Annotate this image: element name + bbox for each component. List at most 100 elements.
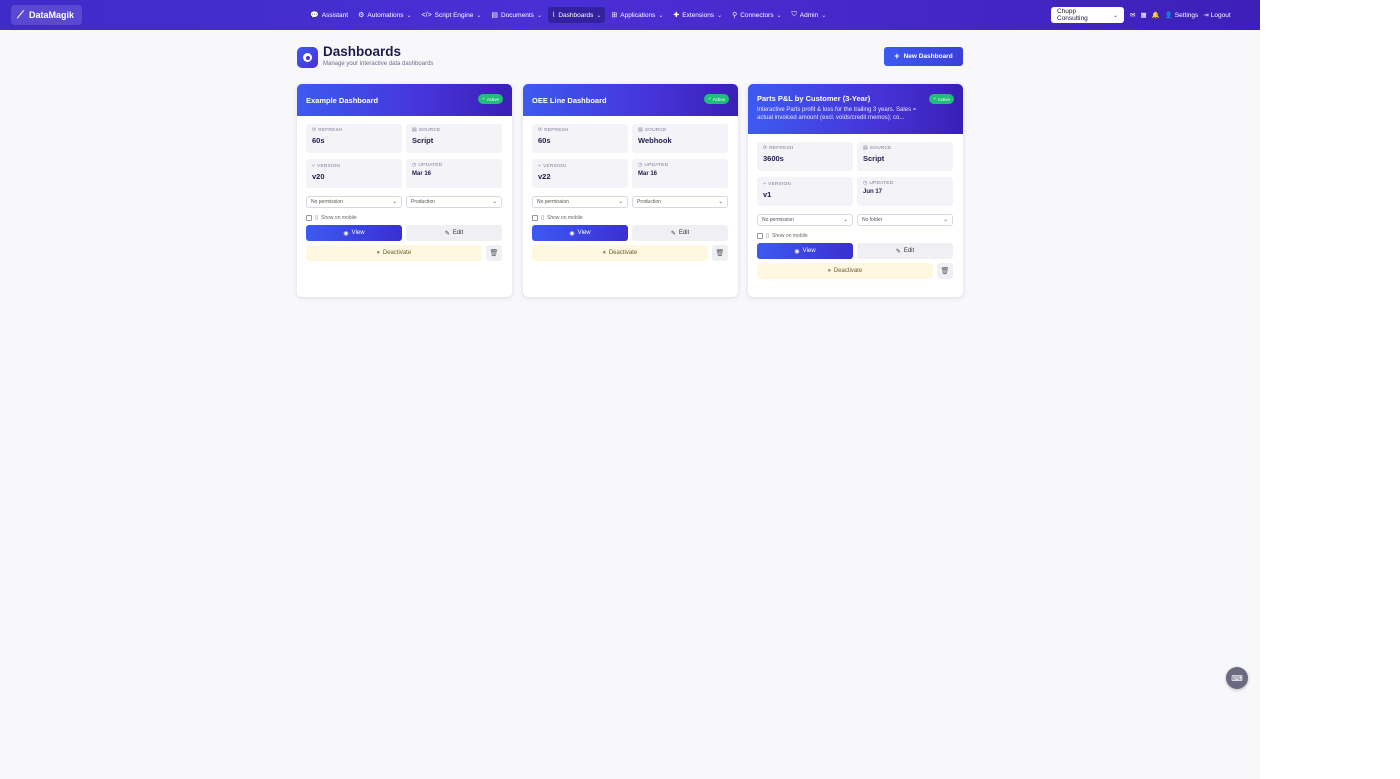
refresh-value: 3600s — [763, 154, 784, 163]
card-body: ⟳ REFRESH 60s ▤ SOURCE Webhook ⑂ VERSION v22 ◷ UPD… — [523, 116, 738, 261]
settings-link[interactable]: 👤 Settings — [1164, 11, 1199, 20]
card-secondary-actions: ⏸ Deactivate 🗑 — [757, 263, 954, 279]
permission-select[interactable]: No permission ⌄ — [306, 196, 402, 208]
stat-label: SOURCE — [418, 128, 441, 133]
page-subtitle: Manage your interactive data dashboards — [323, 61, 434, 67]
trash-icon: 🗑 — [715, 250, 725, 257]
chevron-down-icon: ⌄ — [1112, 12, 1118, 19]
refresh-value: 60s — [312, 136, 325, 145]
edit-button[interactable]: ✎ Edit — [406, 225, 502, 241]
nav-item-documents[interactable]: ▤ Documents ⌄ — [487, 7, 546, 23]
show-mobile-checkbox[interactable] — [306, 214, 312, 221]
chevron-down-icon: ⌄ — [718, 199, 723, 205]
delete-button[interactable]: 🗑 — [486, 245, 502, 261]
plug-icon: ⚲ — [732, 12, 738, 19]
eye-icon: ◉ — [794, 248, 800, 255]
show-mobile-checkbox[interactable] — [757, 232, 763, 239]
delete-button[interactable]: 🗑 — [712, 245, 728, 261]
card-title: Example Dashboard — [306, 95, 379, 105]
permission-value: No permission — [762, 217, 794, 223]
document-icon: ▤ — [491, 12, 498, 19]
delete-button[interactable]: 🗑 — [937, 263, 953, 279]
deactivate-label: Deactivate — [608, 250, 638, 256]
badge-label: Active — [712, 96, 725, 102]
badge-label: Active — [937, 96, 950, 102]
stat-label: REFRESH — [318, 128, 343, 133]
plus-icon: + — [894, 51, 900, 61]
card-selects: No permission ⌄ Production ⌄ — [532, 196, 729, 208]
folder-select[interactable]: No folder ⌄ — [857, 214, 953, 226]
clock-icon: ◷ — [412, 163, 417, 168]
folder-value: Production — [411, 199, 435, 205]
nav-item-label: Applications — [620, 11, 656, 19]
page-title: Dashboards — [323, 44, 402, 59]
main-nav: 💬 Assistant ⚙ Automations ⌄ </> Script Engine ⌄… — [306, 7, 830, 23]
new-dashboard-label: New Dashboard — [903, 53, 953, 60]
mobile-icon: ▯ — [315, 214, 319, 221]
nav-item-label: Admin — [799, 11, 819, 19]
card-body: ⟳ REFRESH 60s ▤ SOURCE Script ⑂ VERSION v20 ◷ UPDA… — [297, 116, 512, 261]
updated-stat: ◷ UPDATED Mar 16 — [406, 159, 502, 188]
status-badge: ✓ Active — [477, 94, 503, 104]
nav-item-script-engine[interactable]: </> Script Engine ⌄ — [418, 7, 486, 23]
nav-item-dashboards[interactable]: ⌇ Dashboards ⌄ — [547, 7, 606, 23]
chevron-down-icon: ⌄ — [943, 217, 948, 223]
pause-icon: ⏸ — [827, 267, 831, 274]
permission-value: No permission — [537, 199, 569, 205]
edit-button[interactable]: ✎ Edit — [632, 225, 728, 241]
logout-link[interactable]: ⇥ Logout — [1203, 11, 1230, 20]
new-dashboard-button[interactable]: + New Dashboard — [884, 47, 963, 66]
nav-item-connectors[interactable]: ⚲ Connectors ⌄ — [728, 7, 785, 23]
stat-label: SOURCE — [644, 128, 667, 133]
mail-icon[interactable]: ✉ — [1130, 11, 1135, 19]
chat-widget-button[interactable]: ⌨ — [1226, 667, 1248, 689]
card-selects: No permission ⌄ No folder ⌄ — [757, 214, 954, 226]
user-icon: 👤 — [1164, 12, 1173, 19]
pause-icon: ⏸ — [376, 249, 380, 256]
deactivate-button[interactable]: ⏸ Deactivate — [306, 245, 482, 261]
version-value: v1 — [763, 190, 772, 199]
view-button[interactable]: ◉ View — [306, 225, 402, 241]
bell-icon[interactable]: 🔔 — [1152, 11, 1160, 19]
robot-icon: ⚙ — [358, 12, 365, 19]
company-name: Chupp Consulting — [1057, 8, 1088, 22]
right-margin — [1260, 0, 1400, 779]
folder-select[interactable]: Production ⌄ — [632, 196, 728, 208]
edit-button[interactable]: ✎ Edit — [857, 243, 953, 259]
code-icon: </> — [421, 11, 432, 19]
permission-select[interactable]: No permission ⌄ — [757, 214, 853, 226]
brand-logo[interactable]: ⟋ DataMagik — [11, 5, 83, 25]
permission-select[interactable]: No permission ⌄ — [532, 196, 628, 208]
view-button[interactable]: ◉ View — [757, 243, 853, 259]
dashboard-page-icon — [297, 47, 318, 68]
calculator-icon[interactable]: ▦ — [1140, 11, 1146, 19]
deactivate-button[interactable]: ⏸ Deactivate — [757, 263, 933, 279]
refresh-icon: ⟳ — [763, 146, 768, 151]
refresh-value: 60s — [538, 136, 551, 145]
view-button[interactable]: ◉ View — [532, 225, 628, 241]
grid-icon: ⊞ — [611, 12, 618, 19]
card-actions: ◉ View ✎ Edit — [757, 243, 954, 259]
company-selector[interactable]: Chupp Consulting ⌄ — [1051, 7, 1124, 23]
card-stats: ⟳ REFRESH 3600s ▤ SOURCE Script ⑂ VERSION v1 ◷ UPD… — [757, 142, 954, 206]
puzzle-icon: ✚ — [673, 12, 680, 19]
nav-item-extensions[interactable]: ✚ Extensions ⌄ — [669, 7, 726, 23]
branch-icon: ⑂ — [312, 164, 316, 169]
source-stat: ▤ SOURCE Webhook — [632, 124, 728, 153]
show-mobile-checkbox[interactable] — [532, 214, 538, 221]
nav-item-applications[interactable]: ⊞ Applications ⌄ — [607, 7, 667, 23]
deactivate-button[interactable]: ⏸ Deactivate — [532, 245, 708, 261]
nav-item-label: Script Engine — [434, 11, 474, 19]
nav-item-assistant[interactable]: 💬 Assistant — [306, 7, 352, 23]
updated-value: Mar 16 — [412, 171, 432, 177]
updated-value: Jun 17 — [863, 189, 883, 195]
nav-item-admin[interactable]: ⛉ Admin ⌄ — [788, 7, 831, 23]
check-icon: ✓ — [707, 96, 712, 101]
badge-label: Active — [486, 96, 499, 102]
view-label: View — [802, 248, 816, 254]
nav-item-automations[interactable]: ⚙ Automations ⌄ — [354, 7, 415, 23]
database-icon: ▤ — [638, 128, 643, 133]
refresh-icon: ⟳ — [538, 128, 543, 133]
folder-select[interactable]: Production ⌄ — [406, 196, 502, 208]
edit-label: Edit — [452, 230, 464, 236]
